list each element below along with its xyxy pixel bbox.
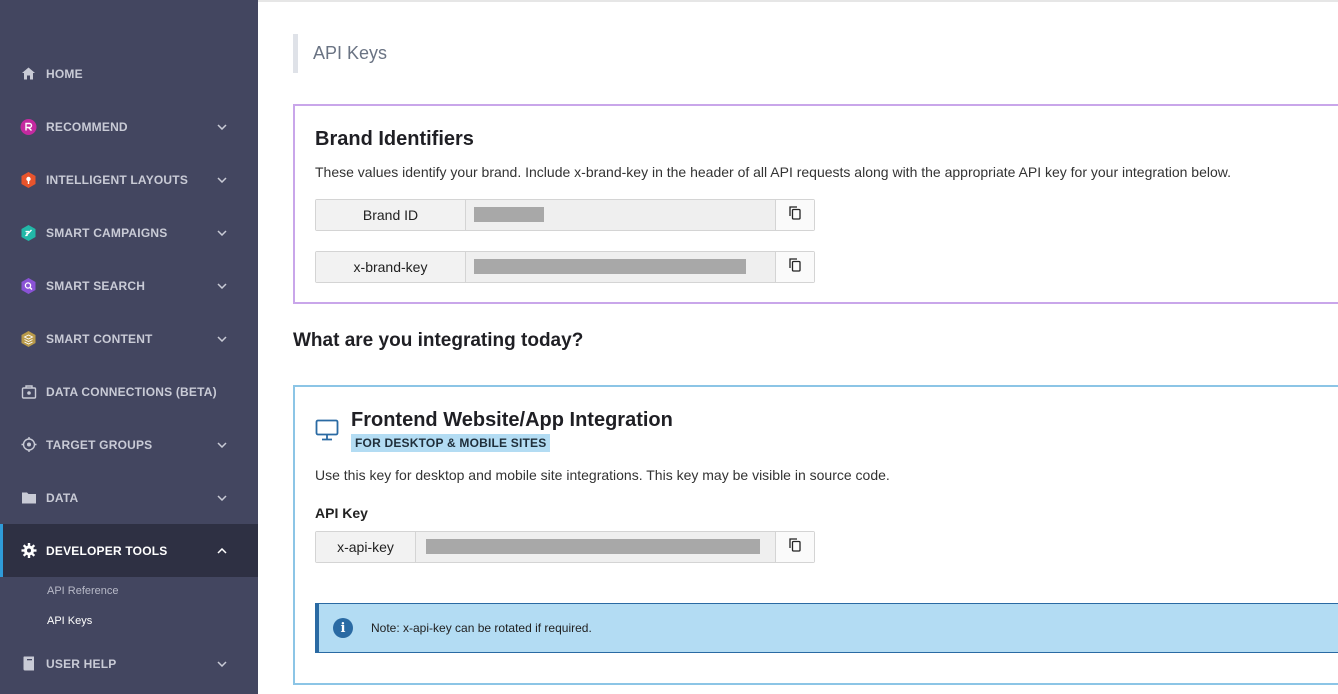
sidebar-item-recommend[interactable]: RECOMMEND bbox=[0, 100, 258, 153]
chevron-down-icon bbox=[215, 657, 229, 671]
smart-search-icon bbox=[20, 277, 37, 294]
sidebar-item-smart-content[interactable]: SMART CONTENT bbox=[0, 312, 258, 365]
sidebar-item-label: RECOMMEND bbox=[46, 119, 128, 134]
page-header: API Keys bbox=[293, 34, 387, 73]
sidebar-item-label: TARGET GROUPS bbox=[46, 437, 153, 452]
chevron-down-icon bbox=[215, 491, 229, 505]
frontend-integration-description: Use this key for desktop and mobile site… bbox=[315, 467, 890, 483]
api-key-field: x-api-key bbox=[315, 531, 815, 563]
redacted-value bbox=[474, 207, 544, 222]
data-connections-icon bbox=[20, 383, 37, 400]
sidebar-item-label: DEVELOPER TOOLS bbox=[46, 543, 168, 558]
page-title: API Keys bbox=[313, 43, 388, 63]
copy-icon bbox=[789, 205, 801, 225]
api-key-label: API Key bbox=[315, 505, 368, 521]
sidebar-item-smart-search[interactable]: SMART SEARCH bbox=[0, 259, 258, 312]
sidebar-item-data[interactable]: DATA bbox=[0, 471, 258, 524]
sidebar-item-home[interactable]: HOME bbox=[0, 47, 258, 100]
sidebar-item-label: DATA CONNECTIONS (BETA) bbox=[46, 384, 217, 399]
chevron-down-icon bbox=[215, 120, 229, 134]
sidebar-subitem-api-keys[interactable]: API Keys bbox=[47, 615, 92, 627]
rotation-note: i Note: x-api-key can be rotated if requ… bbox=[315, 603, 1338, 653]
chevron-down-icon bbox=[215, 173, 229, 187]
sidebar-item-intelligent-layouts[interactable]: INTELLIGENT LAYOUTS bbox=[0, 153, 258, 206]
copy-icon bbox=[789, 257, 801, 277]
sidebar-item-label: DATA bbox=[46, 490, 79, 505]
sidebar-item-user-help[interactable]: USER HELP bbox=[0, 637, 258, 690]
home-icon bbox=[20, 65, 37, 82]
chevron-down-icon bbox=[215, 279, 229, 293]
integration-section-heading: What are you integrating today? bbox=[293, 330, 584, 351]
sidebar-item-data-connections[interactable]: DATA CONNECTIONS (BETA) bbox=[0, 365, 258, 418]
folder-icon bbox=[20, 489, 37, 506]
brand-id-field: Brand ID bbox=[315, 199, 815, 231]
sidebar-item-label: SMART CONTENT bbox=[46, 331, 153, 346]
copy-icon bbox=[789, 537, 801, 557]
sidebar-item-label: INTELLIGENT LAYOUTS bbox=[46, 172, 189, 187]
chevron-down-icon bbox=[215, 332, 229, 346]
redacted-value bbox=[474, 259, 746, 274]
sidebar-item-label: SMART SEARCH bbox=[46, 278, 146, 293]
brand-identifiers-description: These values identify your brand. Includ… bbox=[315, 164, 1231, 180]
monitor-icon bbox=[315, 419, 339, 446]
sidebar-item-target-groups[interactable]: TARGET GROUPS bbox=[0, 418, 258, 471]
chevron-down-icon bbox=[215, 226, 229, 240]
frontend-integration-title: Frontend Website/App Integration bbox=[351, 409, 673, 431]
redacted-value bbox=[426, 539, 760, 554]
chevron-up-icon bbox=[215, 544, 229, 558]
top-divider bbox=[258, 0, 1338, 2]
brand-id-value[interactable] bbox=[466, 200, 775, 230]
info-icon: i bbox=[333, 618, 353, 638]
smart-campaigns-icon bbox=[20, 224, 37, 241]
platform-tag: FOR DESKTOP & MOBILE SITES bbox=[351, 434, 551, 452]
api-key-field-label: x-api-key bbox=[316, 532, 416, 562]
book-icon bbox=[20, 655, 37, 672]
brand-key-value[interactable] bbox=[466, 252, 775, 282]
rotation-note-text: Note: x-api-key can be rotated if requir… bbox=[371, 621, 592, 635]
brand-identifiers-title: Brand Identifiers bbox=[315, 128, 474, 150]
copy-brand-key-button[interactable] bbox=[775, 252, 814, 282]
brand-key-label: x-brand-key bbox=[316, 252, 466, 282]
sidebar-item-label: USER HELP bbox=[46, 656, 117, 671]
copy-brand-id-button[interactable] bbox=[775, 200, 814, 230]
smart-content-icon bbox=[20, 330, 37, 347]
intelligent-layouts-icon bbox=[20, 171, 37, 188]
api-key-value[interactable] bbox=[416, 532, 775, 562]
brand-key-field: x-brand-key bbox=[315, 251, 815, 283]
sidebar-item-smart-campaigns[interactable]: SMART CAMPAIGNS bbox=[0, 206, 258, 259]
sidebar-item-label: HOME bbox=[46, 66, 83, 81]
copy-api-key-button[interactable] bbox=[775, 532, 814, 562]
gear-icon bbox=[20, 542, 37, 559]
chevron-down-icon bbox=[215, 438, 229, 452]
sidebar-subitem-api-reference[interactable]: API Reference bbox=[47, 585, 119, 597]
sidebar: HOME RECOMMEND INTELLIGENT LAYOUTS SMART… bbox=[0, 0, 258, 694]
sidebar-item-label: SMART CAMPAIGNS bbox=[46, 225, 168, 240]
sidebar-item-developer-tools[interactable]: DEVELOPER TOOLS bbox=[0, 524, 258, 577]
brand-id-label: Brand ID bbox=[316, 200, 466, 230]
recommend-icon bbox=[20, 118, 37, 135]
target-icon bbox=[20, 436, 37, 453]
